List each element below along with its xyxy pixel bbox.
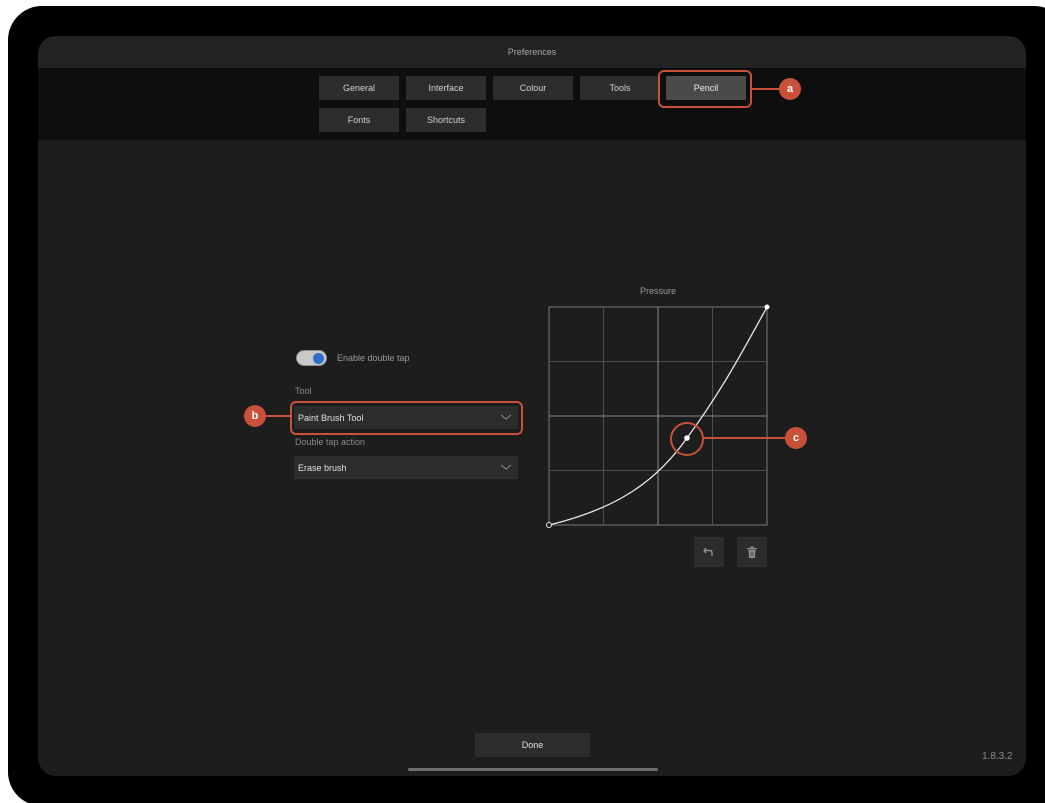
callout-marker-b: b: [244, 405, 266, 427]
tool-label: Tool: [295, 386, 312, 396]
home-indicator[interactable]: [408, 768, 658, 771]
pressure-title: Pressure: [639, 286, 676, 296]
callout-box-a: [658, 70, 752, 108]
callout-marker-c: c: [785, 427, 807, 449]
version-label: 1.8.3.2: [982, 751, 1013, 762]
double-tap-toggle-label: Enable double tap: [337, 353, 410, 363]
tab-fonts[interactable]: Fonts: [319, 108, 399, 132]
window-title: Preferences: [38, 36, 1026, 68]
undo-curve-button[interactable]: [694, 537, 724, 567]
callout-line-b: [266, 415, 291, 417]
callout-line-c: [704, 437, 786, 439]
preferences-screen: Preferences General Interface Colour Too…: [38, 36, 1026, 776]
callout-marker-a: a: [779, 78, 801, 100]
undo-icon: [703, 547, 713, 556]
callout-line-a: [752, 88, 780, 90]
trash-icon: [747, 546, 757, 558]
curve-end-point: [764, 304, 770, 310]
toggle-knob: [313, 353, 324, 364]
tab-general[interactable]: General: [319, 76, 399, 100]
double-tap-toggle[interactable]: [296, 350, 327, 366]
tab-colour[interactable]: Colour: [493, 76, 573, 100]
double-tap-action-label: Double tap action: [295, 437, 366, 447]
callout-box-b: [290, 401, 523, 435]
chevron-down-icon: [500, 464, 512, 470]
tab-shortcuts[interactable]: Shortcuts: [406, 108, 486, 132]
tab-bar: General Interface Colour Tools Pencil Fo…: [38, 68, 1026, 140]
delete-curve-button[interactable]: [737, 537, 767, 567]
tab-tools[interactable]: Tools: [580, 76, 660, 100]
double-tap-action-select[interactable]: Erase brush: [294, 456, 518, 479]
double-tap-action-value: Erase brush: [298, 462, 347, 473]
tab-interface[interactable]: Interface: [406, 76, 486, 100]
done-button[interactable]: Done: [475, 733, 590, 757]
curve-start-point: [546, 522, 552, 528]
callout-circle-c: [670, 422, 704, 456]
pressure-curve-editor[interactable]: [546, 304, 772, 530]
